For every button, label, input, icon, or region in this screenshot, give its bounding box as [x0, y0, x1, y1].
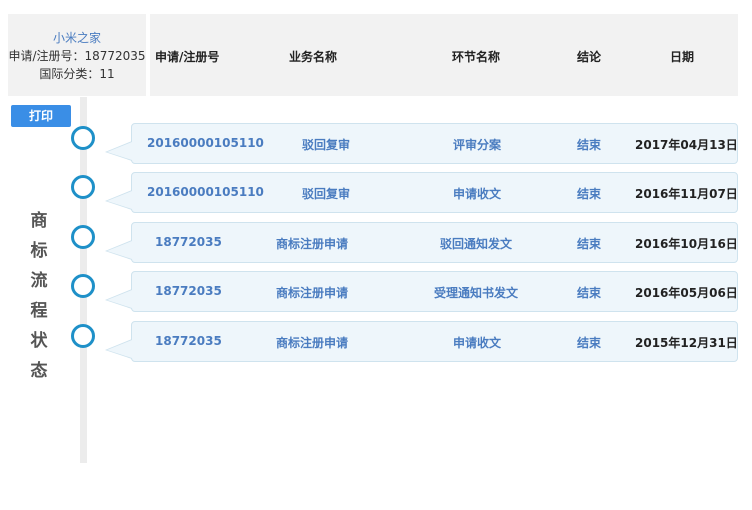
- row-step: 申请收文: [453, 336, 502, 350]
- row-step: 受理通知书发文: [434, 286, 519, 300]
- flow-row: 18772035 商标注册申请 申请收文 结束 2015年12月31日: [105, 321, 738, 362]
- row-date: 2016年05月06日: [635, 286, 738, 300]
- pointer: [107, 191, 132, 209]
- row-business: 商标注册申请: [276, 336, 349, 350]
- pointer: [107, 241, 132, 259]
- side-title-char: 程: [30, 301, 48, 321]
- row-reg-no[interactable]: 20160000105110: [147, 136, 264, 150]
- registration-number: 申请/注册号：18772035: [8, 49, 146, 63]
- timeline-node-icon: [71, 225, 95, 249]
- side-title-char: 流: [30, 271, 48, 291]
- column-header-date: 日期: [670, 50, 695, 64]
- row-result: 结束: [577, 286, 602, 300]
- row-date: 2016年11月07日: [635, 187, 738, 201]
- flow-row: 18772035 商标注册申请 驳回通知发文 结束 2016年10月16日: [105, 222, 738, 263]
- row-step: 驳回通知发文: [440, 237, 513, 251]
- timeline-node-icon: [71, 324, 95, 348]
- row-reg-no[interactable]: 20160000105110: [147, 185, 264, 199]
- pointer: [107, 142, 132, 160]
- side-title-char: 态: [30, 361, 48, 381]
- row-result: 结束: [577, 237, 602, 251]
- flow-row: 20160000105110 驳回复审 申请收文 结束 2016年11月07日: [105, 172, 738, 213]
- row-date: 2016年10月16日: [635, 237, 738, 251]
- timeline-node-icon: [71, 175, 95, 199]
- print-button[interactable]: 打印: [11, 105, 71, 127]
- row-business: 商标注册申请: [276, 286, 349, 300]
- column-header-reg-no: 申请/注册号: [155, 50, 220, 64]
- trademark-name[interactable]: 小米之家: [8, 29, 146, 47]
- row-result: 结束: [577, 138, 602, 152]
- timeline-node-icon: [71, 126, 95, 150]
- pointer: [107, 340, 132, 358]
- row-step: 申请收文: [453, 187, 502, 201]
- table-header: 申请/注册号 业务名称 环节名称 结论 日期: [150, 14, 738, 96]
- row-business: 商标注册申请: [276, 237, 349, 251]
- row-business: 驳回复审: [302, 187, 351, 201]
- row-date: 2017年04月13日: [635, 138, 738, 152]
- side-title-char: 状: [30, 331, 48, 351]
- column-header-business: 业务名称: [289, 50, 338, 64]
- pointer: [107, 290, 132, 308]
- row-reg-no[interactable]: 18772035: [155, 235, 222, 249]
- flow-row: 20160000105110 驳回复审 评审分案 结束 2017年04月13日: [105, 123, 738, 164]
- timeline-node-icon: [71, 274, 95, 298]
- row-result: 结束: [577, 336, 602, 350]
- row-date: 2015年12月31日: [635, 336, 738, 350]
- column-header-step: 环节名称: [452, 50, 501, 64]
- row-step: 评审分案: [453, 138, 502, 152]
- trademark-info-panel: 小米之家 申请/注册号：18772035 国际分类：11: [8, 14, 146, 96]
- row-reg-no[interactable]: 18772035: [155, 284, 222, 298]
- side-title-char: 商: [30, 211, 48, 231]
- side-title: 商 标 流 程 状 态: [28, 206, 50, 386]
- row-result: 结束: [577, 187, 602, 201]
- row-business: 驳回复审: [302, 138, 351, 152]
- row-reg-no[interactable]: 18772035: [155, 334, 222, 348]
- side-title-char: 标: [30, 241, 48, 261]
- column-header-result: 结论: [577, 50, 602, 64]
- flow-row: 18772035 商标注册申请 受理通知书发文 结束 2016年05月06日: [105, 271, 738, 312]
- international-class: 国际分类：11: [39, 67, 115, 81]
